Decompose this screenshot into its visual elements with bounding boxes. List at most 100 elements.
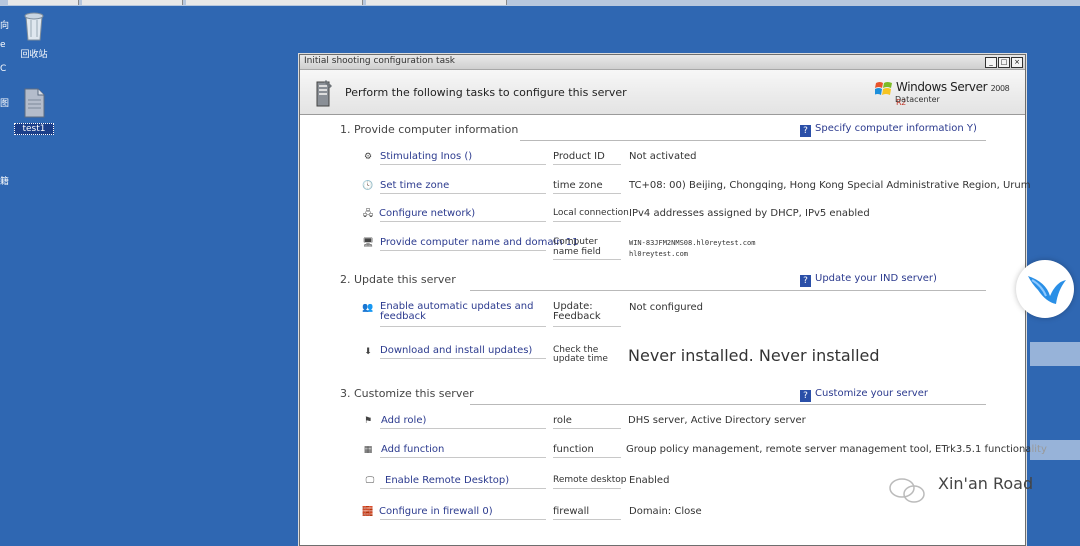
brand-name: Windows Server [896,80,988,94]
property-underline [553,519,621,520]
edge-char: 向 [0,21,10,31]
section-title: 1. Provide computer information [340,123,519,136]
taskbar-tab[interactable] [366,0,507,5]
specify-computer-info-link[interactable]: ? Specify computer information Y) [800,123,977,137]
taskbar-tab[interactable] [8,0,79,5]
activate-windows-link[interactable]: Stimulating Inos () [380,151,472,162]
task-underline [380,250,546,251]
property-underline [553,457,621,458]
help-icon: ? [800,125,811,137]
brand-edition: Datacenter [895,95,940,104]
property-underline [553,488,621,489]
computer-name-link[interactable]: Provide computer name and domain 11 [380,237,579,248]
edge-char: 图 [0,99,10,109]
taskbar-tab[interactable] [82,0,183,5]
help-icon: ? [800,390,811,402]
add-function-link[interactable]: Add function [381,444,444,455]
property-value: Never installed. Never installed [628,346,880,365]
file-icon [24,88,45,118]
edge-char: 籍 [0,177,10,187]
task-underline [380,193,546,194]
property-underline [553,221,621,222]
watermark-text: Xin'an Road [938,474,1034,493]
blurred-text [629,314,721,332]
property-label: firewall [553,506,590,517]
recycle-bin-icon [24,12,44,41]
recycle-bin[interactable]: 回收站 [14,10,54,60]
customize-server-link[interactable]: ? Customize your server [800,388,928,402]
add-role-link[interactable]: Add role) [381,415,426,426]
recycle-bin-label: 回收站 [20,50,48,60]
property-label: time zone [553,180,603,191]
property-label: role [553,415,572,426]
blurred-edge [1030,342,1080,366]
property-label: Check the update time [553,345,608,364]
windows-server-logo: Windows Server 2008 R2 Datacenter [875,78,1015,108]
set-time-zone-link[interactable]: Set time zone [380,180,449,191]
task-underline [380,519,546,520]
property-value: WIN-83JFM2NMS08.hl0reytest.com [629,239,756,247]
section-divider [470,290,986,291]
window-header: Perform the following tasks to configure… [300,70,1025,115]
task-underline [380,164,546,165]
roles-icon: ⚑ [363,416,373,426]
property-underline [553,164,621,165]
taskbar-tab[interactable] [186,0,363,5]
task-underline [380,428,546,429]
remote-desktop-icon: 🖵 [365,476,375,486]
clock-icon: ⚙ [363,152,373,162]
task-underline [380,457,546,458]
server-tasks-icon [316,80,332,107]
network-icon: 🖧 [362,209,374,219]
section-divider [520,140,986,141]
download-updates-link[interactable]: Download and install updates) [380,345,532,356]
property-underline [553,428,621,429]
desktop-file[interactable]: test1 [14,88,54,135]
task-underline [380,488,546,489]
property-label: Remote desktop [553,475,627,485]
configure-network-link[interactable]: Configure network) [379,208,475,219]
download-icon: ⬇ [364,347,372,357]
property-underline [553,326,621,327]
bird-icon [1028,276,1066,304]
title-bar[interactable]: Initial shooting configuration task _ □ … [300,55,1025,70]
header-message: Perform the following tasks to configure… [345,86,627,99]
section-title: 2. Update this server [340,273,456,286]
property-label: Local connection [553,208,629,218]
updates-icon: 👥 [362,303,374,313]
task-underline [380,221,546,222]
time-zone-icon: 🕓 [362,181,374,191]
property-label: function [553,444,594,455]
features-icon: ▦ [363,445,373,455]
minimize-button[interactable]: _ [985,57,997,68]
property-value: DHS server, Active Directory server [628,415,806,426]
window-title: Initial shooting configuration task [304,56,455,66]
edge-char: C [0,64,7,74]
enable-updates-link[interactable]: Enable automatic updates and feedback [380,302,540,322]
blurred-edge [1030,440,1080,460]
configure-firewall-link[interactable]: Configure in firewall 0) [379,506,493,517]
help-icon: ? [800,275,811,287]
property-value: Not configured [629,302,704,313]
brand-version: 2008 [990,84,1010,93]
maximize-button[interactable]: □ [998,57,1010,68]
property-label: Update: Feedback [553,301,601,322]
update-server-link[interactable]: ? Update your IND server) [800,273,937,287]
property-underline [553,193,621,194]
section-title: 3. Customize this server [340,387,474,400]
computer-name-icon: 🖥 [362,238,374,248]
close-button[interactable]: × [1011,57,1023,68]
task-underline [380,358,546,359]
firewall-icon: 🧱 [362,507,374,517]
section-divider [470,404,986,405]
property-label: Computer name field [553,237,601,257]
property-label: Product ID [553,151,605,162]
edge-char: e [0,40,6,50]
property-value: Group policy management, remote server m… [626,444,1047,455]
windows-flag-icon [875,82,892,95]
property-underline [553,259,621,260]
enable-remote-desktop-link[interactable]: Enable Remote Desktop) [385,475,509,486]
wechat-icon [889,478,925,503]
property-value: IPv4 addresses assigned by DHCP, IPv5 en… [629,208,870,219]
property-value: Not activated [629,151,697,162]
